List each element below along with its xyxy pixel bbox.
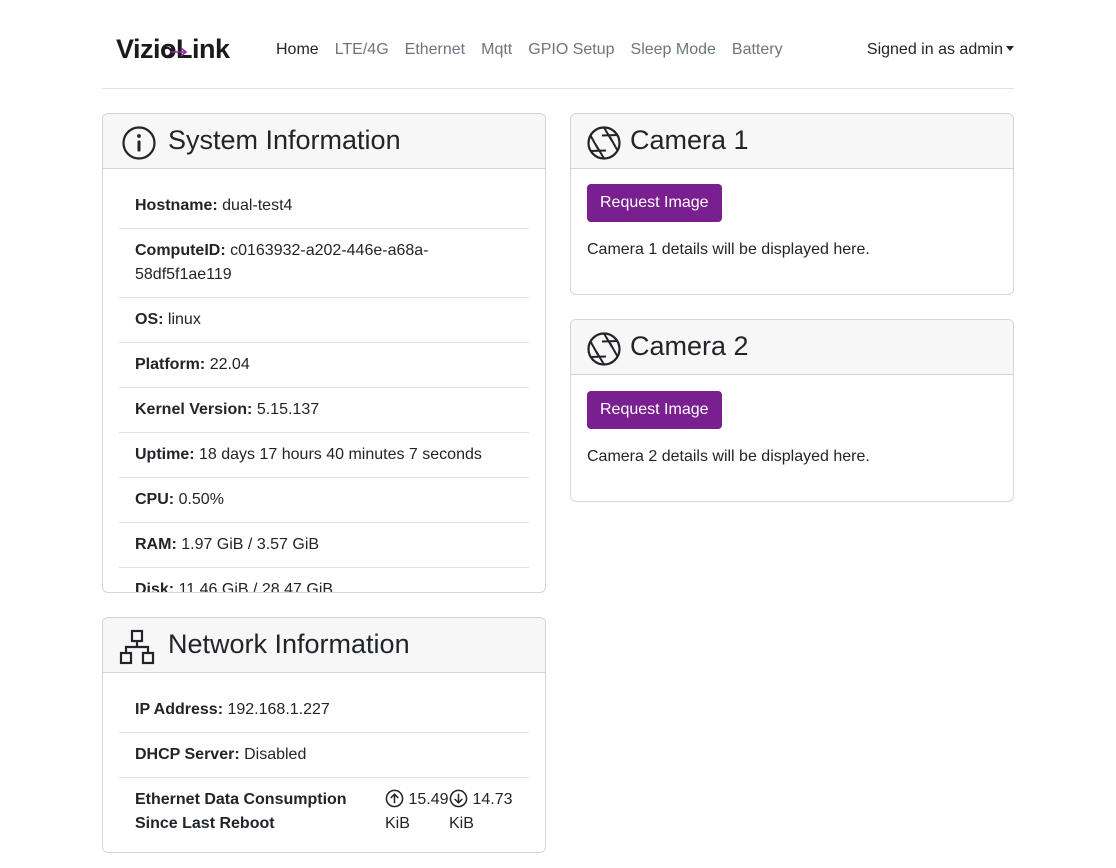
user-label: Signed in as admin	[866, 41, 1003, 58]
nav-home[interactable]: Home	[276, 40, 319, 60]
info-icon	[122, 126, 156, 160]
info-row-dhcp-server: DHCP Server: Disabled	[119, 733, 529, 778]
info-row-kernel-version: Kernel Version: 5.15.137	[119, 388, 529, 433]
aperture-icon	[587, 126, 621, 160]
download-value: 14.73 KiB	[449, 789, 513, 832]
nav-gpio-setup[interactable]: GPIO Setup	[528, 40, 614, 60]
arrow-up-circle-icon	[385, 789, 404, 808]
system-info-title: System Information	[168, 125, 401, 155]
nav-sleep-mode[interactable]: Sleep Mode	[631, 40, 716, 60]
user-dropdown[interactable]: Signed in as admin	[867, 40, 1014, 60]
info-row-cpu: CPU: 0.50%	[119, 478, 529, 523]
brand-logo[interactable]: VizioLink	[116, 34, 230, 66]
camera-2-title: Camera 2	[630, 331, 749, 361]
nav-mqtt[interactable]: Mqtt	[481, 40, 512, 60]
caret-down-icon	[1006, 46, 1014, 51]
system-info-list: Hostname: dual-test4 ComputeID: c0163932…	[119, 184, 529, 593]
camera-1-title: Camera 1	[630, 125, 749, 155]
info-row-uptime: Uptime: 18 days 17 hours 40 minutes 7 se…	[119, 433, 529, 478]
system-info-header: System Information	[103, 114, 545, 169]
aperture-icon	[587, 332, 621, 366]
camera-2-details: Camera 2 details will be displayed here.	[587, 448, 870, 465]
info-row-data-consumption: Ethernet Data Consumption Since Last Reb…	[119, 778, 529, 846]
nav-battery[interactable]: Battery	[732, 40, 783, 60]
network-info-header: Network Information	[103, 618, 545, 673]
navbar: VizioLink Home LTE/4G Ethernet Mqtt GPIO…	[102, 0, 1014, 89]
info-row-platform: Platform: 22.04	[119, 343, 529, 388]
info-row-hostname: Hostname: dual-test4	[119, 184, 529, 229]
network-icon	[119, 629, 155, 665]
camera-1-card: Camera 1 Request Image Camera 1 details …	[570, 113, 1014, 295]
network-info-list: IP Address: 192.168.1.227 DHCP Server: D…	[119, 688, 529, 846]
camera-2-header: Camera 2	[571, 320, 1013, 375]
system-info-card: System Information Hostname: dual-test4 …	[102, 113, 546, 593]
network-info-title: Network Information	[168, 629, 410, 659]
arrow-down-circle-icon	[449, 789, 468, 808]
info-row-ram: RAM: 1.97 GiB / 3.57 GiB	[119, 523, 529, 568]
nav-ethernet[interactable]: Ethernet	[405, 40, 465, 60]
upload-value: 15.49 KiB	[385, 789, 449, 832]
info-row-disk: Disk: 11.46 GiB / 28.47 GiB	[135, 581, 334, 593]
camera-2-request-image-button[interactable]: Request Image	[587, 391, 722, 429]
info-row-ip-address: IP Address: 192.168.1.227	[119, 688, 529, 733]
main-nav: Home LTE/4G Ethernet Mqtt GPIO Setup Sle…	[276, 40, 799, 60]
camera-1-header: Camera 1	[571, 114, 1013, 169]
data-consumption-label: Ethernet Data Consumption Since Last Reb…	[135, 791, 347, 832]
camera-1-request-image-button[interactable]: Request Image	[587, 184, 722, 222]
camera-1-details: Camera 1 details will be displayed here.	[587, 241, 870, 258]
info-row-os: OS: linux	[119, 298, 529, 343]
logo-link-icon	[161, 46, 188, 58]
info-row-compute-id: ComputeID: c0163932-a202-446e-a68a-58df5…	[119, 229, 529, 298]
camera-2-card: Camera 2 Request Image Camera 2 details …	[570, 319, 1014, 502]
nav-lte[interactable]: LTE/4G	[335, 40, 389, 60]
network-info-card: Network Information IP Address: 192.168.…	[102, 617, 546, 853]
